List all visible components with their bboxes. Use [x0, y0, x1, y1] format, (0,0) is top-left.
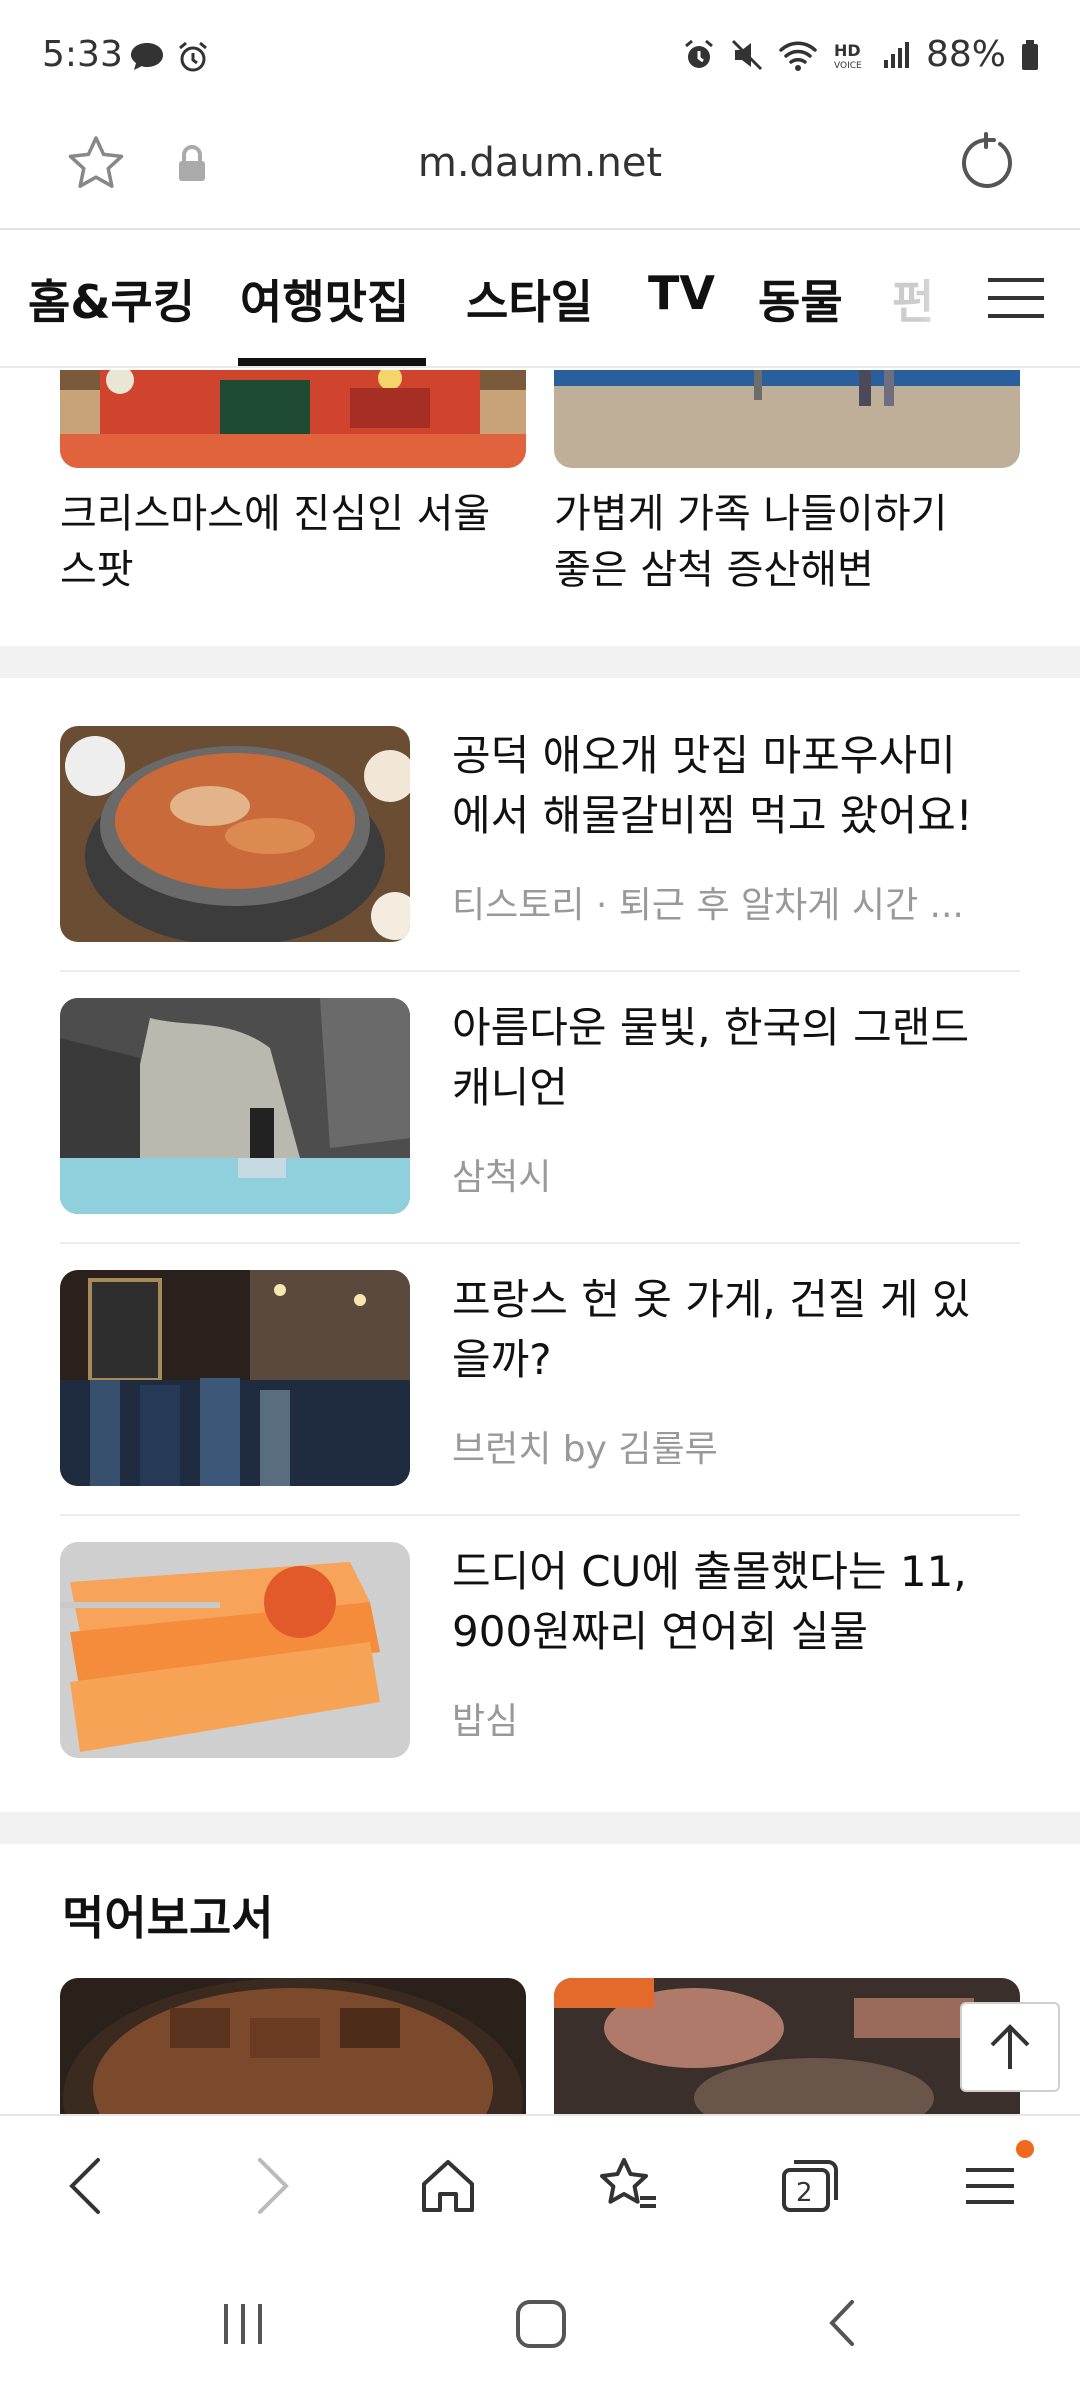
item-separator: [60, 1514, 1020, 1516]
wifi-icon: [778, 38, 818, 72]
chat-bubble-icon: [128, 40, 166, 74]
item-separator: [60, 1242, 1020, 1244]
article-source: 티스토리 · 퇴근 후 알차게 시간 ...: [452, 885, 964, 926]
card-title[interactable]: 크리스마스에 진심인 서울 스팟: [60, 486, 530, 598]
article-thumbnail[interactable]: [60, 726, 410, 942]
section-title: 먹어보고서: [62, 1891, 274, 1945]
card-image-grill[interactable]: [554, 1978, 1020, 2114]
reload-icon[interactable]: [954, 130, 1018, 198]
article-thumbnail[interactable]: [60, 998, 410, 1214]
article-title-line: 프랑스 헌 옷 가게, 건질 게 있: [452, 1275, 971, 1324]
battery-icon: [1020, 38, 1040, 72]
back-nav-icon[interactable]: [822, 2298, 862, 2352]
hd-voice-icon: HD VOICE: [832, 38, 868, 72]
tab-style[interactable]: 스타일: [466, 266, 593, 332]
article-title-line: 드디어 CU에 출몰했다는 11,: [452, 1547, 967, 1596]
svg-text:2: 2: [796, 2178, 813, 2208]
status-time: 5:33: [42, 34, 123, 75]
system-nav-bar: [0, 2254, 1080, 2400]
card-image-christmas[interactable]: [60, 370, 526, 468]
home-icon[interactable]: [418, 2156, 478, 2220]
article-thumbnail[interactable]: [60, 1270, 410, 1486]
article-title[interactable]: 아름다운 물빛, 한국의 그랜드 캐니언: [452, 998, 1032, 1118]
active-tab-indicator: [238, 358, 426, 366]
recent-apps-icon[interactable]: [218, 2298, 268, 2352]
article-title-line: 캐니언: [452, 1063, 568, 1112]
card-title-line: 크리스마스에 진심인 서울: [60, 491, 491, 537]
article-title-line: 아름다운 물빛, 한국의 그랜드: [452, 1003, 970, 1052]
browser-menu-icon[interactable]: [962, 2156, 1018, 2220]
article-source: 삼척시: [452, 1157, 552, 1198]
article-title-line: 에서 해물갈비찜 먹고 왔어요!: [452, 791, 973, 840]
card-title[interactable]: 가볍게 가족 나들이하기 좋은 삼척 증산해변: [554, 486, 1024, 598]
article-source: 밥심: [452, 1701, 519, 1742]
browser-toolbar: 2: [0, 2114, 1080, 2254]
article-title-line: 을까?: [452, 1335, 552, 1384]
tabs-icon[interactable]: 2: [778, 2156, 842, 2220]
tabs-menu-button[interactable]: [960, 232, 1080, 366]
tab-travel-food[interactable]: 여행맛집: [240, 266, 409, 332]
svg-text:VOICE: VOICE: [834, 61, 862, 71]
article-source: 브런치 by 김룰루: [452, 1429, 718, 1470]
card-title-line: 좋은 삼척 증산해변: [554, 547, 874, 593]
tab-fun[interactable]: 펀: [892, 266, 934, 332]
alarm-icon: [682, 38, 716, 72]
hamburger-icon: [988, 278, 1044, 318]
alarm-icon: [176, 40, 210, 74]
tab-tv[interactable]: TV: [648, 266, 715, 320]
scroll-to-top-button[interactable]: [960, 2002, 1060, 2092]
article-title-line: 900원짜리 연어회 실물: [452, 1607, 868, 1656]
back-icon[interactable]: [62, 2156, 112, 2220]
arrow-up-icon: [990, 2024, 1030, 2069]
category-tabs: 홈&쿠킹 여행맛집 스타일 TV 동물 펀: [0, 232, 1080, 368]
status-bar: 5:33 HD VOICE 88%: [0, 0, 1080, 110]
article-title[interactable]: 프랑스 헌 옷 가게, 건질 게 있 을까?: [452, 1270, 1032, 1390]
bookmarks-icon[interactable]: [596, 2156, 660, 2220]
url-bar: m.daum.net: [0, 110, 1080, 230]
article-title[interactable]: 드디어 CU에 출몰했다는 11, 900원짜리 연어회 실물: [452, 1542, 1032, 1662]
signal-icon: [882, 38, 912, 72]
card-image-beach[interactable]: [554, 370, 1020, 468]
forward-icon[interactable]: [246, 2156, 296, 2220]
section-divider: [0, 646, 1080, 678]
article-title-line: 공덕 애오개 맛집 마포우사미: [452, 731, 956, 780]
svg-text:HD: HD: [834, 41, 861, 60]
mute-icon: [730, 38, 764, 72]
card-title-line: 스팟: [60, 547, 134, 593]
card-image-food[interactable]: [60, 1978, 526, 2114]
item-separator: [60, 970, 1020, 972]
article-title[interactable]: 공덕 애오개 맛집 마포우사미 에서 해물갈비찜 먹고 왔어요!: [452, 726, 1032, 846]
card-title-line: 가볍게 가족 나들이하기: [554, 491, 948, 537]
notification-dot: [1016, 2140, 1034, 2158]
battery-percent: 88%: [925, 34, 1006, 75]
home-nav-icon[interactable]: [514, 2298, 568, 2352]
url-text[interactable]: m.daum.net: [0, 140, 1080, 186]
tab-home-cooking[interactable]: 홈&쿠킹: [28, 266, 195, 332]
tab-animal[interactable]: 동물: [758, 266, 843, 332]
content-feed: 크리스마스에 진심인 서울 스팟 가볍게 가족 나들이하기 좋은 삼척 증산해변…: [0, 370, 1080, 2114]
article-thumbnail[interactable]: [60, 1542, 410, 1758]
section-divider: [0, 1812, 1080, 1844]
